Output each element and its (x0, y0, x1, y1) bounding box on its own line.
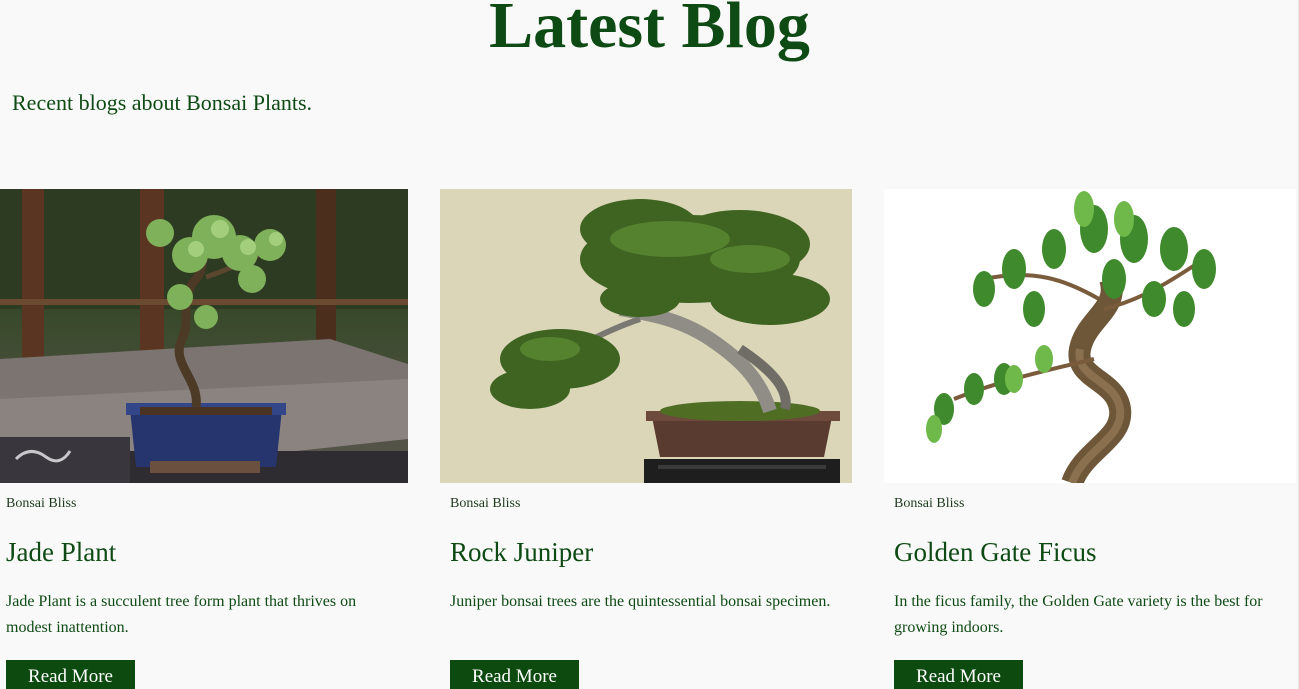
blog-card-excerpt: Jade Plant is a succulent tree form plan… (6, 593, 357, 636)
blog-card-author: Bonsai Bliss (450, 496, 521, 511)
blog-card-golden-gate-ficus: Bonsai Bliss Golden Gate Ficus In the fi… (884, 189, 1296, 689)
page-subtitle: Recent blogs about Bonsai Plants. (12, 90, 313, 115)
ficus-photo (884, 189, 1296, 483)
blog-card-image[interactable] (440, 189, 852, 483)
page-title: Latest Blog (489, 0, 810, 62)
read-more-button[interactable]: Read More (6, 660, 135, 689)
blog-card-author: Bonsai Bliss (894, 496, 965, 511)
juniper-photo (440, 189, 852, 483)
blog-card-title[interactable]: Jade Plant (6, 535, 116, 569)
blog-card-excerpt: Juniper bonsai trees are the quintessent… (450, 593, 831, 610)
blog-card-title[interactable]: Rock Juniper (450, 535, 593, 569)
blog-card-image[interactable] (0, 189, 408, 483)
blog-card-image[interactable] (884, 189, 1296, 483)
blog-card-author: Bonsai Bliss (6, 496, 77, 511)
read-more-button[interactable]: Read More (450, 660, 579, 689)
blog-card-rock-juniper: Bonsai Bliss Rock Juniper Juniper bonsai… (440, 189, 852, 689)
blog-card-excerpt: In the ficus family, the Golden Gate var… (894, 593, 1263, 636)
read-more-button[interactable]: Read More (894, 660, 1023, 689)
blog-page: Latest Blog Recent blogs about Bonsai Pl… (0, 0, 1299, 689)
blog-card-jade-plant: Bonsai Bliss Jade Plant Jade Plant is a … (0, 189, 412, 689)
jade-plant-photo (0, 189, 408, 483)
blog-card-title[interactable]: Golden Gate Ficus (894, 535, 1096, 569)
